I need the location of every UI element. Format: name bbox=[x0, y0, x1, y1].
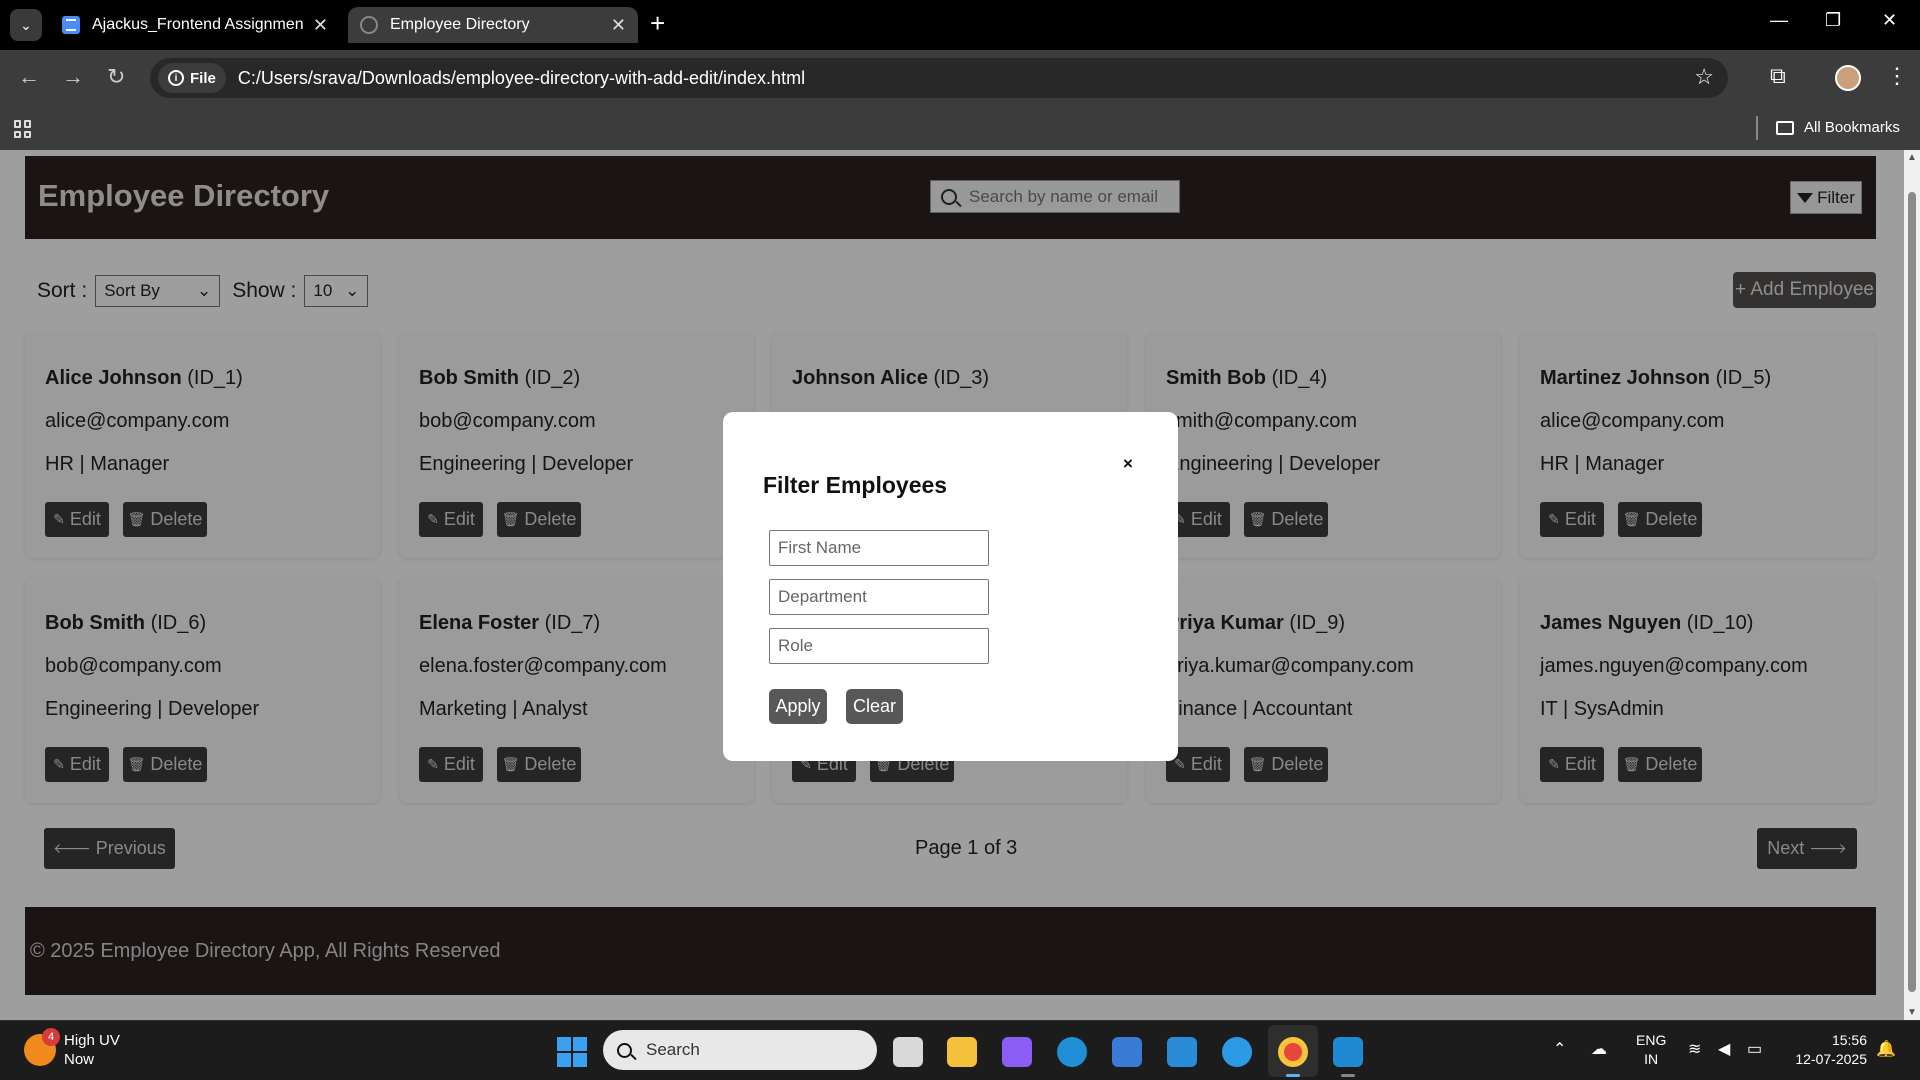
weather-subtitle: Now bbox=[64, 1051, 95, 1068]
taskbar-search-label: Search bbox=[646, 1040, 700, 1059]
scroll-up-icon[interactable]: ▲ bbox=[1907, 152, 1917, 163]
first-name-input[interactable]: First Name bbox=[769, 530, 989, 566]
system-clock[interactable]: 15:56 12-07-2025 bbox=[1787, 1031, 1867, 1069]
page-viewport: Employee Directory Search by name or ema… bbox=[0, 150, 1904, 1020]
chevron-up-icon[interactable]: ⌃ bbox=[1553, 1039, 1566, 1059]
help-icon[interactable] bbox=[1222, 1037, 1252, 1067]
notifications-bell-icon[interactable]: 🔔 bbox=[1876, 1039, 1896, 1059]
region-code: IN bbox=[1644, 1051, 1659, 1067]
onedrive-icon[interactable]: ☁ bbox=[1591, 1039, 1607, 1059]
back-button[interactable]: ← bbox=[18, 64, 40, 90]
close-tab-icon[interactable]: ✕ bbox=[313, 15, 328, 36]
extensions-icon[interactable]: ⧉ bbox=[1770, 63, 1786, 89]
clear-button[interactable]: Clear bbox=[846, 689, 903, 724]
clock-date: 12-07-2025 bbox=[1795, 1051, 1867, 1067]
page-scrollbar[interactable]: ▲ ▼ bbox=[1904, 150, 1920, 1020]
bookmarks-bar: All Bookmarks bbox=[0, 108, 1920, 150]
volume-icon[interactable]: ◀ bbox=[1718, 1039, 1730, 1059]
globe-icon bbox=[360, 16, 378, 34]
search-icon bbox=[617, 1042, 632, 1058]
active-indicator bbox=[1286, 1074, 1300, 1077]
taskbar-search[interactable]: Search bbox=[603, 1030, 877, 1070]
apps-grid-icon[interactable] bbox=[14, 120, 32, 138]
site-info-chip[interactable]: i File bbox=[158, 63, 226, 93]
language-code: ENG bbox=[1636, 1032, 1667, 1048]
clock-time: 15:56 bbox=[1831, 1032, 1867, 1048]
microsoft-store-icon[interactable] bbox=[1112, 1037, 1142, 1067]
copilot-icon[interactable] bbox=[1002, 1037, 1032, 1067]
address-bar[interactable]: i File C:/Users/srava/Downloads/employee… bbox=[150, 58, 1728, 98]
new-tab-button[interactable]: + bbox=[650, 8, 665, 39]
chrome-icon[interactable] bbox=[1278, 1037, 1308, 1067]
bookmark-star-icon[interactable]: ☆ bbox=[1694, 64, 1714, 90]
filter-modal: × Filter Employees First Name Department… bbox=[723, 412, 1178, 761]
restore-button[interactable]: ❐ bbox=[1825, 10, 1841, 31]
browser-toolbar: ← → ↻ i File C:/Users/srava/Downloads/em… bbox=[0, 50, 1920, 108]
info-icon: i bbox=[168, 70, 184, 86]
windows-start-icon[interactable] bbox=[557, 1037, 587, 1067]
wifi-icon[interactable]: ≋ bbox=[1688, 1039, 1701, 1059]
close-modal-button[interactable]: × bbox=[1123, 454, 1133, 474]
tab-search-button[interactable]: ⌄ bbox=[10, 9, 42, 41]
windows-taskbar: 4 High UV Now Search ⌃ ☁ ENG IN ≋ ◀ ▭ 15… bbox=[0, 1020, 1920, 1080]
modal-title: Filter Employees bbox=[763, 472, 948, 498]
forward-button[interactable]: → bbox=[62, 64, 84, 90]
scrollbar-thumb[interactable] bbox=[1908, 192, 1916, 992]
file-explorer-icon[interactable] bbox=[947, 1037, 977, 1067]
weather-title: High UV bbox=[64, 1032, 120, 1049]
running-indicator bbox=[1341, 1074, 1355, 1077]
minimize-button[interactable]: — bbox=[1770, 10, 1788, 31]
language-indicator[interactable]: ENG IN bbox=[1636, 1031, 1666, 1069]
task-view-icon[interactable] bbox=[893, 1037, 923, 1067]
tab-employee-directory[interactable]: Employee Directory ✕ bbox=[348, 7, 638, 43]
menu-icon[interactable]: ⋮ bbox=[1886, 63, 1908, 89]
all-bookmarks-label: All Bookmarks bbox=[1804, 119, 1900, 136]
bookmarks-divider bbox=[1756, 116, 1758, 140]
battery-icon[interactable]: ▭ bbox=[1747, 1039, 1762, 1059]
folder-icon bbox=[1776, 120, 1794, 135]
file-label: File bbox=[190, 69, 216, 87]
browser-tab-bar: ⌄ Ajackus_Frontend Assignment - ✕ Employ… bbox=[0, 0, 1920, 50]
scroll-down-icon[interactable]: ▼ bbox=[1907, 1007, 1917, 1018]
reload-button[interactable]: ↻ bbox=[107, 64, 125, 90]
tab-title: Employee Directory bbox=[390, 16, 530, 33]
tab-ajackus[interactable]: Ajackus_Frontend Assignment - ✕ bbox=[50, 7, 340, 43]
weather-badge: 4 bbox=[42, 1028, 60, 1046]
all-bookmarks-button[interactable]: All Bookmarks bbox=[1776, 119, 1900, 136]
google-docs-icon bbox=[62, 16, 80, 34]
close-window-button[interactable]: ✕ bbox=[1882, 10, 1897, 31]
role-input[interactable]: Role bbox=[769, 628, 989, 664]
tab-title: Ajackus_Frontend Assignment - bbox=[92, 16, 303, 33]
apply-button[interactable]: Apply bbox=[769, 689, 827, 724]
department-input[interactable]: Department bbox=[769, 579, 989, 615]
weather-widget-icon[interactable]: 4 bbox=[24, 1028, 60, 1066]
edge-icon[interactable] bbox=[1057, 1037, 1087, 1067]
vscode-icon[interactable] bbox=[1333, 1037, 1363, 1067]
weather-widget[interactable]: High UV Now bbox=[64, 1031, 120, 1069]
url-text[interactable]: C:/Users/srava/Downloads/employee-direct… bbox=[238, 68, 805, 89]
close-tab-icon[interactable]: ✕ bbox=[611, 15, 626, 36]
profile-avatar[interactable] bbox=[1835, 65, 1861, 91]
myhp-icon[interactable] bbox=[1167, 1037, 1197, 1067]
